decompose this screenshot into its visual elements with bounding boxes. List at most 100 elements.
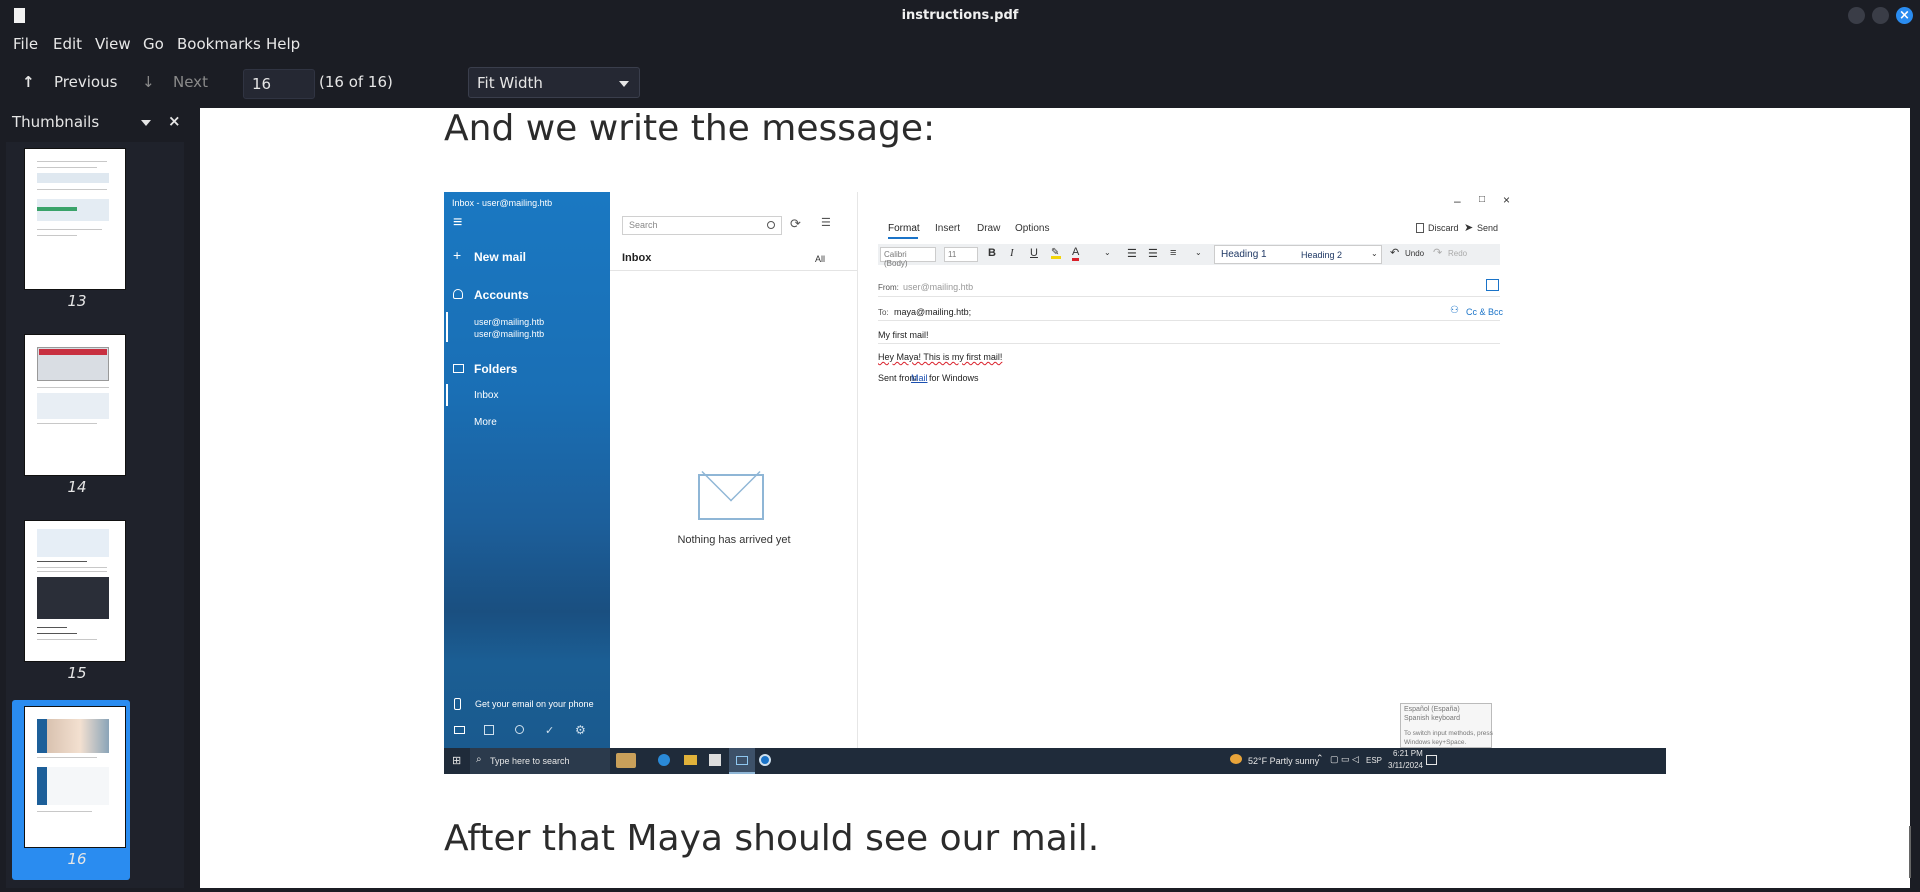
weather-text: 52°F Partly sunny	[1248, 756, 1320, 766]
popout-icon	[1486, 279, 1499, 291]
previous-page-button[interactable]: Previous	[54, 73, 117, 91]
maximize-button[interactable]	[1872, 7, 1889, 24]
calendar-icon	[484, 725, 494, 735]
thumbnail-image	[24, 148, 126, 290]
hamburger-icon: ≡	[453, 214, 463, 231]
compose-divider	[878, 343, 1500, 344]
sidebar-title: Thumbnails	[12, 113, 100, 131]
thumbnail-label: 15	[67, 664, 87, 682]
compose-tab-options: Options	[1015, 223, 1050, 234]
folders-label: Folders	[474, 362, 518, 376]
sidebar-header: Thumbnails ×	[0, 108, 192, 136]
arrow-down-icon: ↓	[142, 73, 155, 91]
mail-search-box: Search	[622, 216, 782, 235]
thumbnail-image	[24, 706, 126, 848]
thumbnail-image	[24, 520, 126, 662]
chevron-down-icon: ⌄	[1104, 248, 1111, 257]
compose-tab-insert: Insert	[935, 223, 961, 234]
subject-text: My first mail!	[878, 330, 929, 340]
sidebar-dropdown-icon[interactable]	[141, 120, 151, 126]
from-label: From:	[878, 283, 899, 292]
menu-bookmarks[interactable]: Bookmarks	[177, 35, 261, 53]
font-color-button: A	[1072, 246, 1080, 261]
close-window-button[interactable]: ×	[1896, 7, 1913, 24]
window-restore-glyph: □	[1479, 194, 1486, 205]
thumbnail-label: 14	[67, 478, 87, 496]
discard-label: Discard	[1428, 223, 1459, 233]
inbox-folder: Inbox	[474, 390, 499, 401]
mail-search-placeholder: Search	[629, 220, 658, 230]
bold-button: B	[988, 247, 996, 259]
font-name-field: Calibri (Body)	[880, 247, 936, 268]
thumbnail-label: 13	[67, 292, 87, 310]
phone-icon	[454, 698, 461, 710]
thumbnail-list[interactable]: 13 14 15 16	[6, 142, 184, 888]
store-icon	[709, 754, 721, 766]
underline-button: U	[1030, 247, 1038, 259]
highlighter-icon: ✎	[1051, 247, 1061, 259]
menu-help[interactable]: Help	[266, 35, 300, 53]
window-close-glyph: ×	[1503, 193, 1511, 207]
to-value: maya@mailing.htb;	[894, 307, 972, 317]
thumbnail-page-13[interactable]: 13	[12, 142, 130, 322]
mail-taskbar-button	[729, 748, 755, 774]
accounts-label: Accounts	[474, 288, 529, 302]
menu-go[interactable]: Go	[143, 35, 164, 53]
inbox-selected-bar	[446, 384, 448, 406]
thumbnail-image	[24, 334, 126, 476]
contact-icon: ⚇	[1450, 305, 1459, 316]
people-icon	[515, 725, 524, 734]
signature-link: Mail	[911, 373, 928, 383]
minimize-button[interactable]	[1848, 7, 1865, 24]
clock-date: 3/11/2024	[1388, 761, 1423, 770]
clock-time: 6:21 PM	[1393, 749, 1423, 758]
page-number-input[interactable]	[243, 69, 315, 99]
to-label: To:	[878, 308, 889, 317]
menu-view[interactable]: View	[95, 35, 131, 53]
from-value: user@mailing.htb	[903, 282, 974, 292]
compose-divider	[878, 296, 1500, 297]
search-icon: ⌕	[476, 754, 482, 765]
title-bar: instructions.pdf ×	[0, 0, 1920, 30]
sync-icon: ⟳	[790, 216, 801, 231]
taskbar-search-box: ⌕ Type here to search	[470, 748, 610, 774]
ime-hint-1: To switch input methods, press	[1404, 730, 1493, 737]
window-title: instructions.pdf	[901, 8, 1019, 23]
plus-icon: +	[453, 247, 462, 263]
chevron-down-icon	[619, 81, 629, 87]
menu-bar: File Edit View Go Bookmarks Help	[0, 30, 1920, 58]
compose-tab-draw: Draw	[977, 223, 1001, 234]
page-count-label: (16 of 16)	[319, 73, 393, 91]
thumbnail-page-14[interactable]: 14	[12, 328, 130, 508]
taskbar-search-text: Type here to search	[490, 756, 570, 766]
active-tab-underline	[888, 237, 918, 239]
menu-file[interactable]: File	[13, 35, 38, 53]
new-mail-label: New mail	[474, 250, 527, 264]
ime-keyboard: Spanish keyboard	[1404, 715, 1461, 722]
windows-taskbar: ⊞ ⌕ Type here to search 52°F Partly sunn…	[444, 748, 1666, 774]
empty-inbox-text: Nothing has arrived yet	[677, 534, 791, 546]
more-folder: More	[474, 417, 497, 428]
mail-window-title: Inbox - user@mailing.htb	[452, 198, 553, 208]
ime-language: Español (España)	[1404, 706, 1460, 713]
document-viewport[interactable]: And we write the message: Inbox - user@m…	[198, 108, 1911, 888]
undo-icon: ↶	[1390, 247, 1400, 259]
account-selected-bar	[446, 312, 448, 342]
arrow-up-icon[interactable]: ↑	[22, 73, 35, 91]
styles-gallery: Heading 1 Heading 2 ⌄	[1214, 245, 1382, 264]
vertical-scrollbar[interactable]	[1909, 826, 1911, 878]
chevron-down-icon: ⌄	[1371, 249, 1378, 258]
thumbnail-page-15[interactable]: 15	[12, 514, 130, 694]
body-text: Hey Maya! This is my first mail!	[878, 352, 1003, 362]
todo-icon: ✓	[545, 725, 555, 737]
message-list-pane: Search ⟳ ☰ Inbox All Nothing has arrived…	[610, 192, 858, 748]
embedded-screenshot: Inbox - user@mailing.htb ≡ + New mail Ac…	[444, 192, 1666, 774]
zoom-select[interactable]: Fit Width	[468, 67, 640, 98]
menu-edit[interactable]: Edit	[53, 35, 82, 53]
bullets-icon: ☰	[1127, 248, 1137, 260]
sidebar-close-button[interactable]: ×	[168, 112, 181, 130]
compose-tab-format: Format	[888, 223, 920, 234]
thumbnail-page-16[interactable]: 16	[12, 700, 130, 880]
zoom-value: Fit Width	[477, 74, 543, 92]
format-ribbon: Calibri (Body) 11 B I U ✎ A ⌄ ☰ ☰ ≡ ⌄ He…	[878, 244, 1500, 268]
